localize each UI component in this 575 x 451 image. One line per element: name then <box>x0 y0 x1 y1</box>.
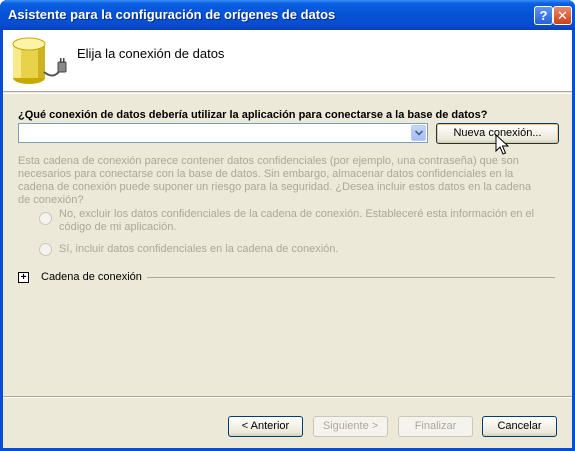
finish-button[interactable]: Finalizar <box>398 416 473 437</box>
connection-string-divider <box>147 277 555 278</box>
dialog-client-area: Elija la conexión de datos ¿Qué conexión… <box>3 30 572 448</box>
chevron-down-icon <box>415 130 423 136</box>
exclude-sensitive-label: No, excluir los datos confidenciales de … <box>59 208 535 233</box>
database-plug-icon <box>12 37 67 84</box>
combobox-dropdown-button[interactable] <box>411 125 426 141</box>
connection-question: ¿Qué conexión de datos debería utilizar … <box>18 109 488 121</box>
sensitive-data-warning: Esta cadena de conexión parece contener … <box>18 155 532 206</box>
wizard-window: Asistente para la configuración de oríge… <box>0 0 575 451</box>
cancel-button[interactable]: Cancelar <box>482 416 557 437</box>
exclude-sensitive-radio[interactable] <box>39 212 52 225</box>
back-button[interactable]: < Anterior <box>228 416 303 437</box>
include-sensitive-label: Sí, incluir datos confidenciales en la c… <box>59 243 339 255</box>
window-title: Asistente para la configuración de oríge… <box>8 7 336 22</box>
close-button[interactable]: ✕ <box>553 6 572 25</box>
connection-string-label: Cadena de conexión <box>41 271 142 283</box>
wizard-header: Elija la conexión de datos <box>3 30 572 92</box>
title-bar[interactable]: Asistente para la configuración de oríge… <box>0 0 575 30</box>
include-sensitive-radio[interactable] <box>39 243 52 256</box>
connection-combobox[interactable] <box>18 123 428 143</box>
mouse-cursor-icon <box>495 134 509 155</box>
page-title: Elija la conexión de datos <box>77 46 225 61</box>
next-button[interactable]: Siguiente > <box>313 416 388 437</box>
help-button[interactable]: ? <box>534 6 553 25</box>
header-divider <box>3 93 572 94</box>
connection-string-expander[interactable]: + <box>18 272 29 283</box>
